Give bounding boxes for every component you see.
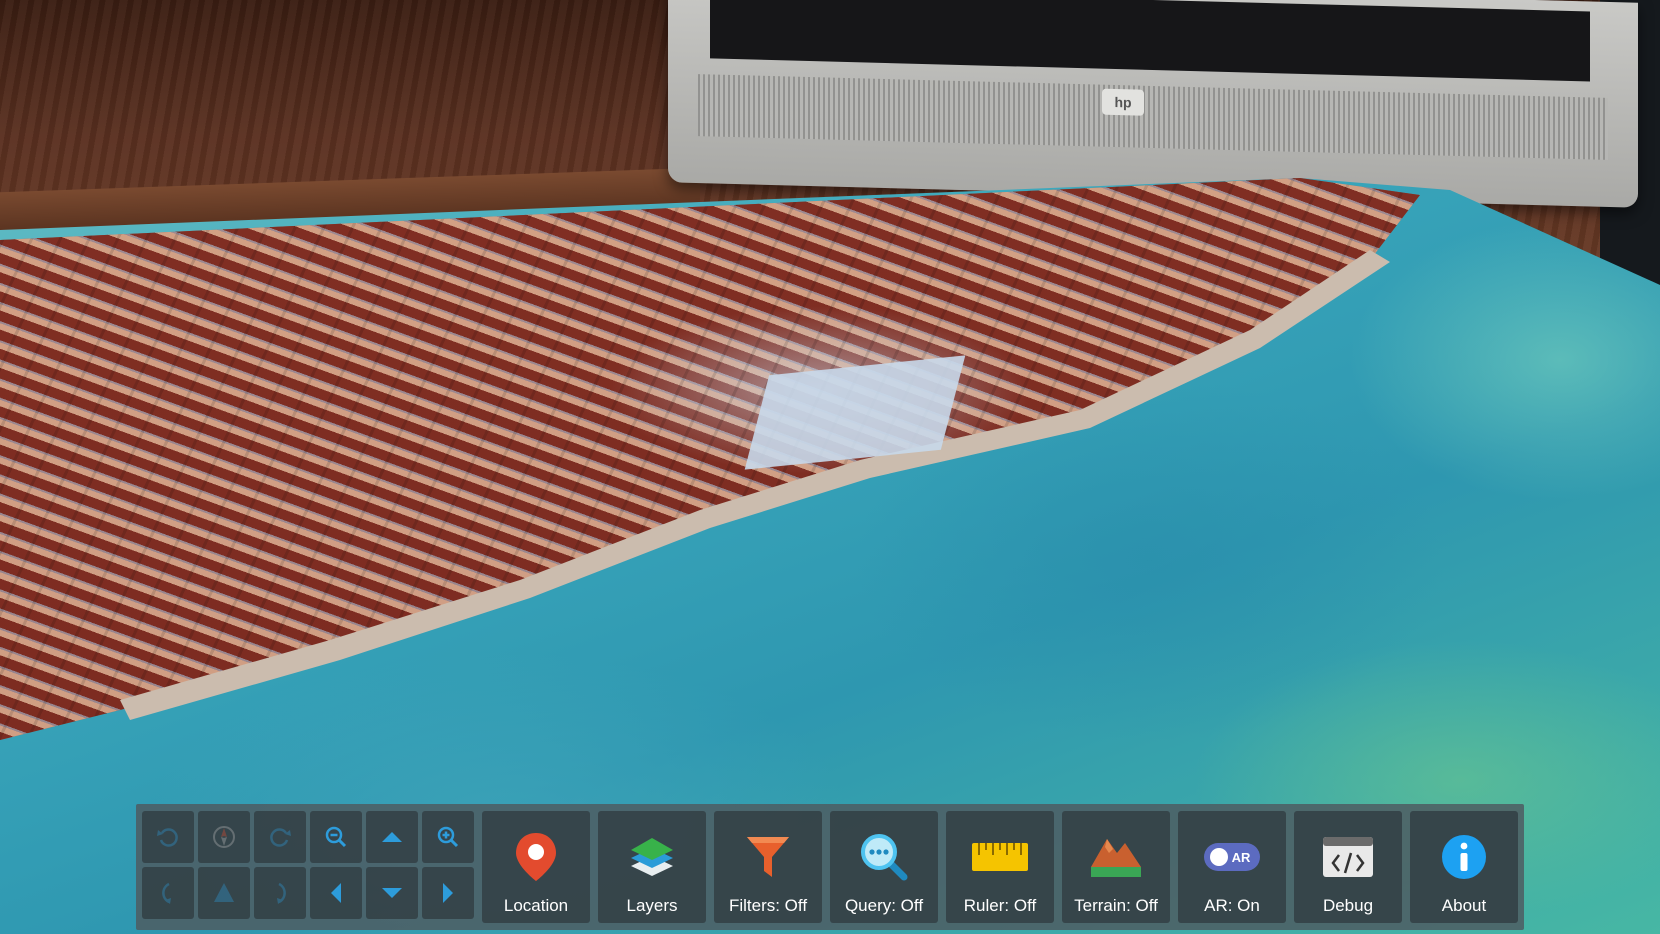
debug-label: Debug xyxy=(1322,896,1374,915)
pan-left-button[interactable] xyxy=(310,867,362,919)
pan-up-button[interactable] xyxy=(366,811,418,863)
terrain-label: Terrain: Off xyxy=(1074,896,1158,915)
background-monitor: hp xyxy=(668,0,1638,208)
rotate-left-button[interactable] xyxy=(142,811,194,863)
tilt-left-button[interactable] xyxy=(142,867,194,919)
ruler-icon xyxy=(972,843,1028,871)
bottom-toolbar: Location Layers Filters: Off Query: Off … xyxy=(136,804,1524,930)
zoom-out-icon xyxy=(325,826,347,848)
ar-toggle-button[interactable]: AR AR: On xyxy=(1178,811,1286,923)
monitor-screen xyxy=(710,0,1590,82)
about-label: About xyxy=(1441,896,1487,915)
rotate-left-icon xyxy=(157,828,178,847)
filters-button[interactable]: Filters: Off xyxy=(714,811,822,923)
query-label: Query: Off xyxy=(844,896,924,915)
filter-funnel-icon xyxy=(747,837,789,877)
pan-down-button[interactable] xyxy=(366,867,418,919)
layers-icon xyxy=(631,838,673,876)
zoom-in-icon xyxy=(437,826,459,848)
pan-right-button[interactable] xyxy=(422,867,474,919)
query-magnifier-icon xyxy=(861,834,908,881)
debug-code-icon xyxy=(1323,837,1373,877)
ar-badge-text: AR xyxy=(1232,850,1251,865)
arrow-left-icon xyxy=(331,883,341,903)
compass-button[interactable] xyxy=(198,811,250,863)
layers-button[interactable]: Layers xyxy=(598,811,706,923)
rotate-right-button[interactable] xyxy=(254,811,306,863)
terrain-mountain-icon xyxy=(1091,839,1141,877)
zoom-out-button[interactable] xyxy=(310,811,362,863)
arrow-up-icon xyxy=(382,832,402,842)
location-label: Location xyxy=(503,896,569,915)
ruler-button[interactable]: Ruler: Off xyxy=(946,811,1054,923)
monitor-logo: hp xyxy=(1102,88,1144,116)
tilt-right-icon xyxy=(277,882,286,904)
location-button[interactable]: Location xyxy=(482,811,590,923)
layers-label: Layers xyxy=(626,896,678,915)
pitch-triangle-icon xyxy=(214,883,234,902)
ruler-label: Ruler: Off xyxy=(963,896,1037,915)
pitch-button[interactable] xyxy=(198,867,250,919)
filters-label: Filters: Off xyxy=(728,896,808,915)
debug-button[interactable]: Debug xyxy=(1294,811,1402,923)
about-button[interactable]: About xyxy=(1410,811,1518,923)
rotate-right-icon xyxy=(270,828,291,847)
camera-ar-scene: hp xyxy=(0,0,1660,934)
info-icon xyxy=(1442,835,1486,879)
query-button[interactable]: Query: Off xyxy=(830,811,938,923)
ar-toggle-icon: AR xyxy=(1204,843,1260,871)
monitor-speaker-grille xyxy=(698,74,1608,160)
ar-label: AR: On xyxy=(1204,896,1260,915)
zoom-in-button[interactable] xyxy=(422,811,474,863)
arrow-down-icon xyxy=(382,888,402,898)
navigation-pad xyxy=(142,811,476,923)
tilt-left-icon xyxy=(162,882,171,904)
compass-icon xyxy=(213,826,235,848)
terrain-button[interactable]: Terrain: Off xyxy=(1062,811,1170,923)
tilt-right-button[interactable] xyxy=(254,867,306,919)
location-pin-icon xyxy=(516,833,556,881)
arrow-right-icon xyxy=(443,883,453,903)
